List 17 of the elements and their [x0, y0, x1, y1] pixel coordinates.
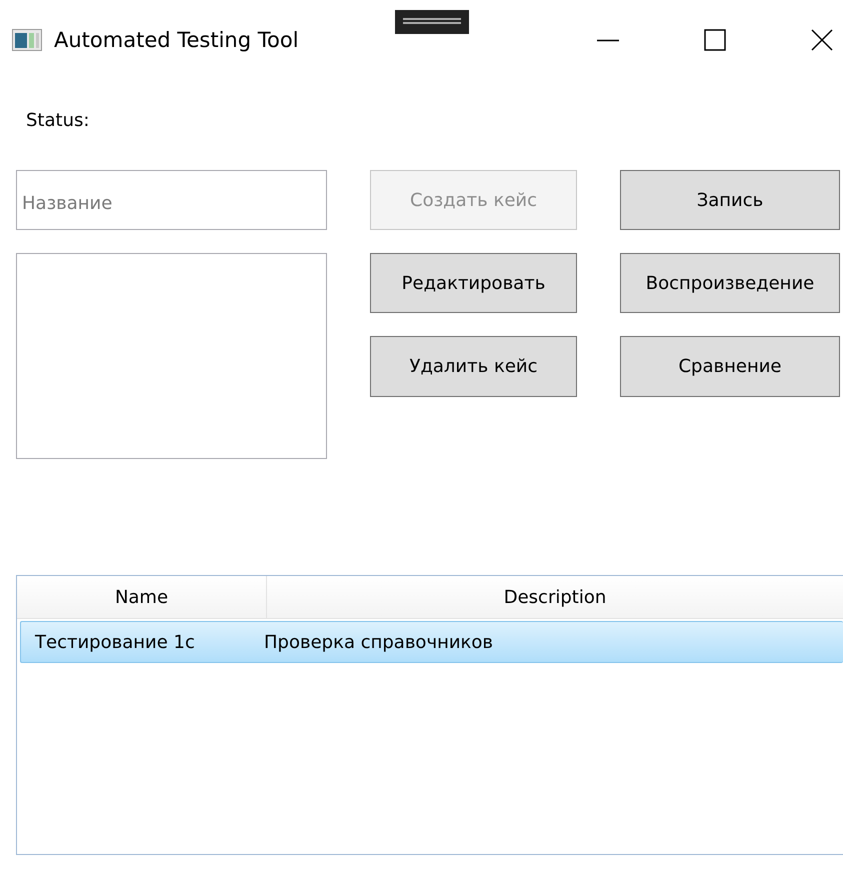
app-icon: [12, 29, 42, 51]
close-icon[interactable]: [811, 29, 833, 51]
action-button[interactable]: Сравнение: [620, 336, 840, 397]
table-cell-text: Тестирование 1с: [34, 632, 196, 652]
name-field[interactable]: Название: [16, 170, 327, 230]
table-row[interactable]: Тестирование 1с Проверка справочников: [20, 621, 843, 663]
column-header[interactable]: Name: [17, 576, 267, 618]
action-button[interactable]: Удалить кейс: [370, 336, 577, 397]
action-button[interactable]: Редактировать: [370, 253, 577, 313]
action-button[interactable]: Запись: [620, 170, 840, 230]
status-label: Status:: [26, 110, 90, 133]
maximize-icon[interactable]: [704, 29, 726, 51]
table-cell: Проверка справочников: [264, 632, 494, 652]
action-button[interactable]: Воспроизведение: [620, 253, 840, 313]
column-header[interactable]: Description: [267, 576, 843, 618]
toolbar-handle-icon[interactable]: [395, 10, 469, 34]
window-title: Automated Testing Tool: [54, 28, 299, 52]
